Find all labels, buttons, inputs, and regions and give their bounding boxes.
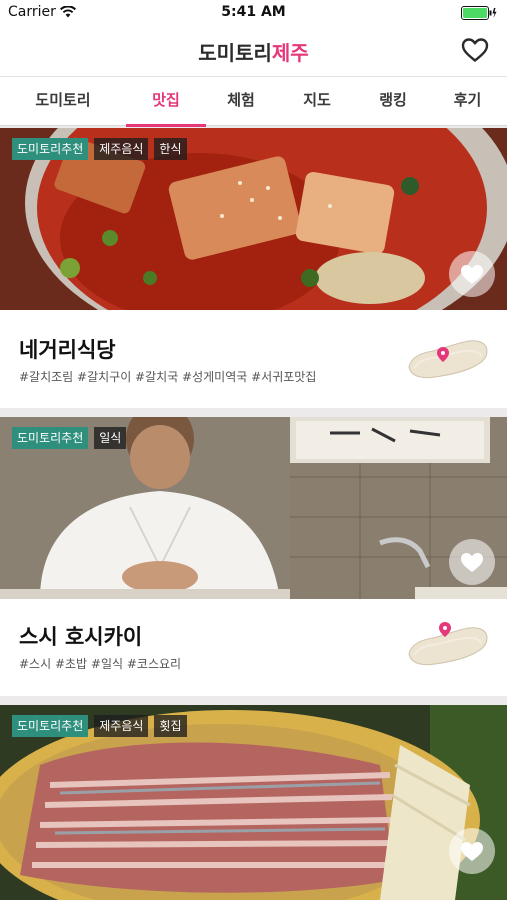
- category-tag: 한식: [154, 138, 187, 160]
- recommend-tag: 도미토리추천: [12, 138, 89, 160]
- jeju-map-thumbnail[interactable]: [405, 331, 491, 383]
- like-button[interactable]: [449, 251, 495, 297]
- tab-experiences[interactable]: 체험: [206, 77, 276, 126]
- tab-restaurants[interactable]: 맛집: [126, 77, 206, 127]
- tag-list: 도미토리추천 일식: [12, 427, 127, 449]
- battery-icon: [461, 6, 497, 20]
- category-tag: 횟집: [154, 715, 187, 737]
- tab-map[interactable]: 지도: [276, 77, 358, 126]
- category-tabs: 도미토리 맛집 체험 지도 랭킹 후기: [0, 76, 507, 127]
- restaurant-card[interactable]: 도미토리추천 제주음식 한식 네거리식당 #갈치조림 #갈치구이 #갈치국 #성…: [0, 128, 507, 408]
- favorites-heart-icon[interactable]: [461, 37, 489, 63]
- restaurant-name: 스시 호시카이: [19, 625, 143, 649]
- active-tab-indicator: [126, 124, 206, 127]
- recommend-tag: 도미토리추천: [12, 427, 89, 449]
- tab-ranking[interactable]: 랭킹: [358, 77, 428, 126]
- status-bar: Carrier 5:41 AM: [0, 0, 507, 26]
- category-tag: 제주음식: [94, 138, 149, 160]
- restaurant-card[interactable]: 도미토리추천 제주음식 횟집: [0, 705, 507, 900]
- app-header: 도미토리제주: [0, 26, 507, 76]
- tab-reviews[interactable]: 후기: [428, 77, 507, 126]
- jeju-map-thumbnail[interactable]: [405, 618, 491, 670]
- heart-icon: [461, 553, 483, 572]
- like-button[interactable]: [449, 539, 495, 585]
- heart-icon: [461, 265, 483, 284]
- restaurant-hashtags: #스시 #초밥 #일식 #코스요리: [19, 657, 182, 671]
- app-title-part1: 도미토리: [198, 41, 272, 65]
- app-title-part2: 제주: [271, 41, 309, 65]
- app-title: 도미토리제주: [0, 37, 507, 66]
- tag-list: 도미토리추천 제주음식 횟집: [12, 715, 187, 737]
- restaurant-hashtags: #갈치조림 #갈치구이 #갈치국 #성게미역국 #서귀포맛집: [19, 370, 317, 384]
- tag-list: 도미토리추천 제주음식 한식: [12, 138, 187, 160]
- heart-icon: [461, 842, 483, 861]
- recommend-tag: 도미토리추천: [12, 715, 89, 737]
- like-button[interactable]: [449, 828, 495, 874]
- tab-dormitory[interactable]: 도미토리: [0, 77, 126, 126]
- clock: 5:41 AM: [221, 4, 286, 20]
- category-tag: 일식: [94, 427, 127, 449]
- restaurant-name: 네거리식당: [19, 338, 116, 362]
- restaurant-card[interactable]: 도미토리추천 일식 스시 호시카이 #스시 #초밥 #일식 #코스요리: [0, 417, 507, 696]
- category-tag: 제주음식: [94, 715, 149, 737]
